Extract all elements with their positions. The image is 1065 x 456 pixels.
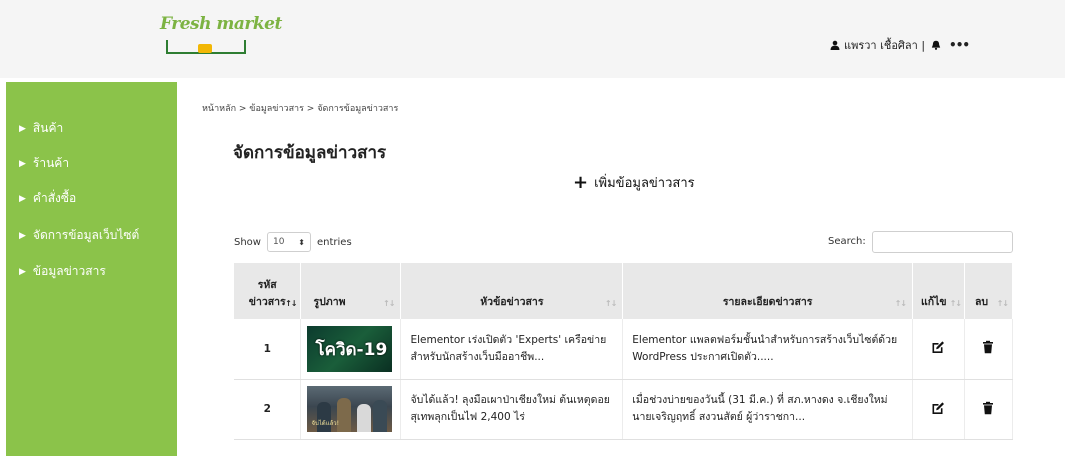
news-image-cell: จับได้แล้ว! — [300, 379, 402, 440]
search-input[interactable] — [872, 231, 1013, 253]
caret-right-icon: ▶ — [19, 193, 26, 204]
sort-icon: ↑↓ — [604, 299, 617, 308]
table-row: 1 โควิด-19 Elementor เร่งเปิดตัว 'Expert… — [234, 319, 1014, 380]
caret-right-icon: ▶ — [19, 266, 26, 277]
edit-cell — [912, 319, 965, 380]
edit-cell — [912, 379, 965, 440]
news-detail: Elementor แพลตฟอร์มชั้นนำสำหรับการสร้างเ… — [622, 319, 913, 380]
user-name: แพรวา เชื้อศิลา | — [844, 39, 926, 52]
delete-cell — [964, 319, 1014, 380]
trash-icon[interactable] — [981, 401, 995, 415]
photo-figure — [373, 400, 388, 432]
news-table: รหัส ข่าวสาร ↑↓ รูปภาพ ↑↓ หัวข้อข่าวสาร … — [234, 263, 1014, 440]
sidebar-item-label: ร้านค้า — [32, 156, 70, 170]
caret-right-icon: ▶ — [19, 158, 26, 169]
sidebar-item-label: สินค้า — [32, 121, 64, 135]
table-row: 2 จับได้แล้ว! จับได้แล้ว! ลุงมือเผาป่าเช… — [234, 379, 1014, 440]
news-title: จับได้แล้ว! ลุงมือเผาป่าเชียงใหม่ ต้นเหต… — [400, 379, 624, 440]
delete-cell — [964, 379, 1014, 440]
trash-icon[interactable] — [981, 340, 995, 354]
column-header-label: รูปภาพ — [313, 296, 346, 308]
column-header-edit[interactable]: แก้ไข ↑↓ — [912, 263, 965, 319]
news-id: 2 — [234, 379, 302, 440]
page-size-select[interactable]: 10 ⬍ — [266, 232, 311, 252]
basket-icon — [198, 44, 212, 53]
sort-icon: ↑↓ — [894, 299, 907, 308]
news-thumbnail: โควิด-19 — [307, 325, 393, 372]
sidebar-item-shops[interactable]: ▶ ร้านค้า — [19, 154, 69, 173]
breadcrumb[interactable]: หน้าหลัก > ข้อมูลข่าวสาร > จัดการข้อมูลข… — [202, 101, 398, 115]
search-label: Search: — [828, 236, 866, 247]
sidebar-item-website-management[interactable]: ▶ จัดการข้อมูลเว็บไซต์ — [19, 226, 139, 245]
add-news-label: เพิ่มข้อมูลข่าวสาร — [594, 176, 695, 191]
column-header-label: แก้ไข — [921, 296, 947, 308]
photo-figure — [337, 398, 352, 432]
column-header-image[interactable]: รูปภาพ ↑↓ — [300, 263, 402, 319]
sort-asc-icon: ↑↓ — [285, 299, 297, 308]
sidebar-item-label: คำสั่งซื้อ — [32, 191, 77, 205]
photo-figure — [357, 404, 372, 432]
news-id: 1 — [234, 319, 302, 380]
sort-icon: ↑↓ — [383, 299, 395, 308]
caret-right-icon: ▶ — [19, 123, 26, 134]
column-header-delete[interactable]: ลบ ↑↓ — [964, 263, 1014, 319]
column-header-title[interactable]: หัวข้อข่าวสาร ↑↓ — [400, 263, 624, 319]
caret-right-icon: ▶ — [19, 230, 26, 241]
sidebar-item-label: จัดการข้อมูลเว็บไซต์ — [32, 228, 140, 242]
thumbnail-caption: จับได้แล้ว! — [311, 420, 340, 427]
sort-icon: ↑↓ — [949, 299, 962, 308]
sidebar-item-orders[interactable]: ▶ คำสั่งซื้อ — [19, 189, 76, 208]
news-detail: เมื่อช่วงบ่ายของวันนี้ (31 มี.ค.) ที่ สภ… — [622, 379, 913, 440]
logo-text: Fresh market — [160, 14, 282, 34]
user-icon — [830, 40, 840, 50]
more-options-icon[interactable]: ••• — [949, 38, 970, 52]
page-title: จัดการข้อมูลข่าวสาร — [233, 143, 387, 163]
column-header-label: หัวข้อข่าวสาร — [480, 296, 544, 308]
column-header-detail[interactable]: รายละเอียดข่าวสาร ↑↓ — [622, 263, 913, 319]
add-news-button[interactable]: + เพิ่มข้อมูลข่าวสาร — [573, 172, 695, 193]
fresh-market-logo[interactable]: Fresh market — [160, 14, 282, 66]
edit-icon[interactable] — [931, 340, 945, 354]
entries-label: entries — [316, 236, 352, 248]
page-size-value: 10 — [272, 237, 285, 247]
edit-icon[interactable] — [931, 401, 945, 415]
news-title: Elementor เร่งเปิดตัว 'Experts' เครือข่า… — [400, 319, 624, 380]
column-header-label: รายละเอียดข่าวสาร — [722, 296, 813, 308]
news-image-cell: โควิด-19 — [300, 319, 402, 380]
show-label: Show — [234, 236, 261, 248]
user-menu[interactable]: แพรวา เชื้อศิลา | ••• — [830, 36, 970, 54]
sidebar: ▶ สินค้า ▶ ร้านค้า ▶ คำสั่งซื้อ ▶ จัดการ… — [6, 82, 177, 456]
column-header-label: ลบ — [974, 296, 989, 308]
sidebar-item-products[interactable]: ▶ สินค้า — [19, 119, 63, 138]
column-header-line: รหัส — [257, 279, 277, 291]
news-thumbnail: จับได้แล้ว! — [307, 386, 393, 432]
top-header-bar: Fresh market แพรวา เชื้อศิลา | ••• — [0, 0, 1065, 78]
column-header-news-id[interactable]: รหัส ข่าวสาร ↑↓ — [234, 263, 302, 319]
sidebar-item-news[interactable]: ▶ ข้อมูลข่าวสาร — [19, 262, 106, 281]
thumbnail-text: โควิด-19 — [315, 339, 388, 360]
plus-icon: + — [573, 171, 589, 193]
select-arrows-icon: ⬍ — [298, 237, 305, 247]
bell-icon[interactable] — [931, 40, 941, 50]
sidebar-item-label: ข้อมูลข่าวสาร — [32, 264, 106, 278]
show-entries-control: Show 10 ⬍ entries — [234, 232, 352, 252]
sort-icon: ↑↓ — [996, 299, 1009, 308]
